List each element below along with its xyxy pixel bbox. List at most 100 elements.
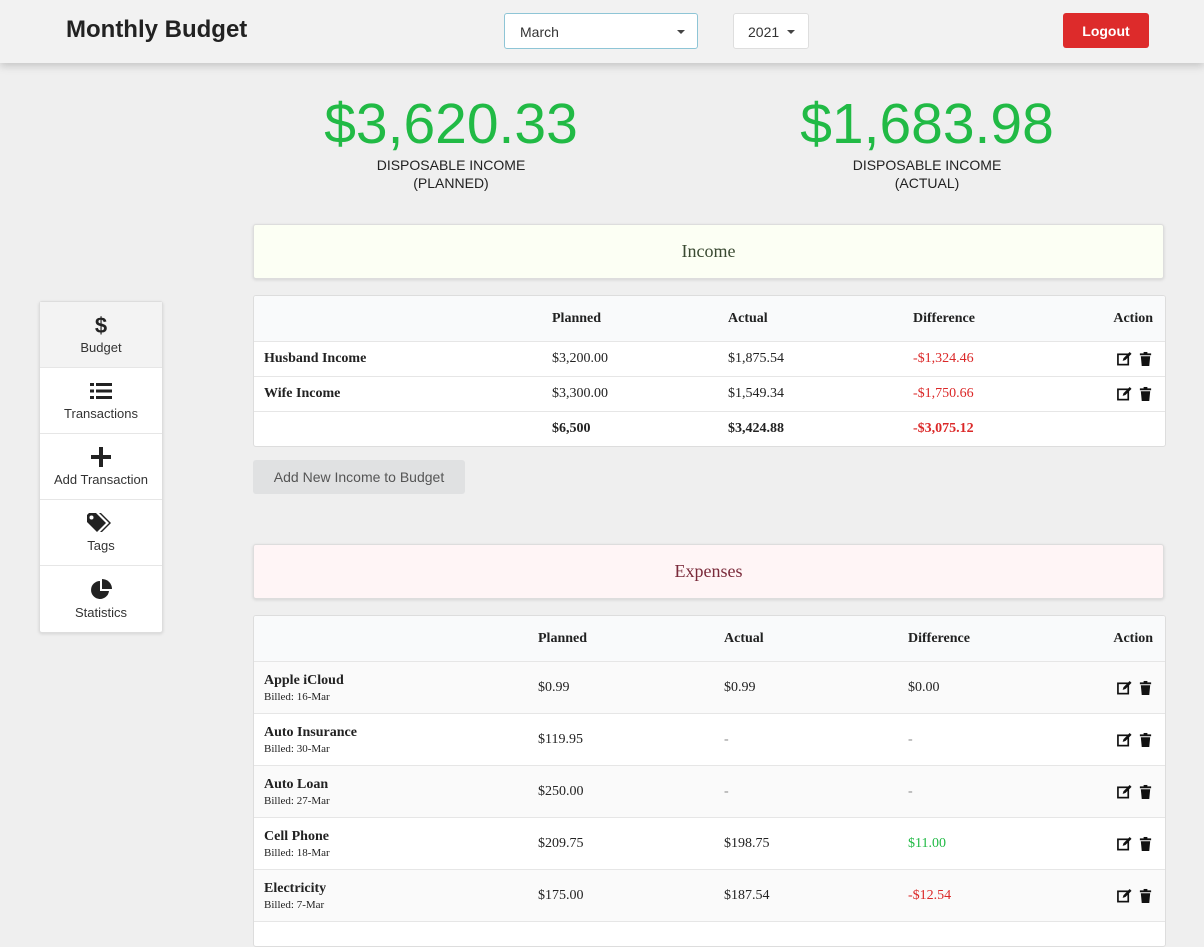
column-header-difference: Difference bbox=[908, 630, 970, 646]
logout-button[interactable]: Logout bbox=[1063, 13, 1149, 48]
expenses-section-header: Expenses bbox=[253, 544, 1164, 599]
table-row: Husband Income $3,200.00 $1,875.54 -$1,3… bbox=[254, 342, 1165, 377]
sidebar-menu: $ Budget Transactions Add Transaction Ta… bbox=[39, 301, 163, 633]
total-difference: -$3,075.12 bbox=[913, 421, 974, 436]
actual-value: $187.54 bbox=[724, 887, 770, 903]
expense-title: Cell Phone bbox=[264, 828, 329, 844]
sidebar-item-statistics[interactable]: Statistics bbox=[40, 566, 162, 632]
app-title: Monthly Budget bbox=[66, 16, 248, 43]
month-select[interactable]: March bbox=[504, 13, 698, 49]
trash-icon[interactable] bbox=[1138, 386, 1153, 402]
difference-value: - bbox=[908, 783, 913, 799]
table-row: Auto Loan Billed: 27-Mar $250.00 - - bbox=[254, 766, 1165, 818]
table-row: Apple iCloud Billed: 16-Mar $0.99 $0.99 … bbox=[254, 662, 1165, 714]
trash-icon[interactable] bbox=[1138, 784, 1153, 799]
expense-name: Electricity Billed: 7-Mar bbox=[264, 881, 326, 911]
expense-name: Auto Insurance Billed: 30-Mar bbox=[264, 725, 357, 755]
sidebar-item-label: Add Transaction bbox=[54, 472, 148, 487]
income-name: Husband Income bbox=[264, 351, 367, 366]
sidebar-item-tags[interactable]: Tags bbox=[40, 500, 162, 566]
edit-icon[interactable] bbox=[1117, 836, 1132, 851]
billed-date: Billed: 18-Mar bbox=[264, 846, 330, 859]
trash-icon[interactable] bbox=[1138, 836, 1153, 851]
actual-value: $0.99 bbox=[724, 679, 756, 695]
row-actions bbox=[1117, 888, 1153, 903]
expense-title: Apple iCloud bbox=[264, 672, 344, 688]
add-income-button[interactable]: Add New Income to Budget bbox=[253, 460, 465, 494]
row-actions bbox=[1117, 836, 1153, 851]
difference-value: -$1,324.46 bbox=[913, 351, 974, 366]
expense-name: Apple iCloud Billed: 16-Mar bbox=[264, 673, 344, 703]
edit-icon[interactable] bbox=[1117, 732, 1132, 747]
actual-sublabel: (ACTUAL) bbox=[894, 175, 960, 191]
column-header-action: Action bbox=[1113, 630, 1153, 646]
actual-label: DISPOSABLE INCOME bbox=[852, 157, 1002, 173]
planned-disposable-amount: $3,620.33 bbox=[324, 92, 578, 156]
edit-icon[interactable] bbox=[1117, 351, 1132, 367]
billed-date: Billed: 16-Mar bbox=[264, 690, 330, 703]
edit-icon[interactable] bbox=[1117, 784, 1132, 799]
trash-icon[interactable] bbox=[1138, 351, 1153, 367]
table-row: Wife Income $3,300.00 $1,549.34 -$1,750.… bbox=[254, 377, 1165, 412]
edit-icon[interactable] bbox=[1117, 888, 1132, 903]
sidebar-item-label: Transactions bbox=[64, 406, 138, 421]
planned-value: $250.00 bbox=[538, 783, 584, 799]
sidebar-item-label: Statistics bbox=[74, 604, 127, 620]
planned-label: DISPOSABLE INCOME bbox=[376, 157, 526, 173]
trash-icon[interactable] bbox=[1138, 732, 1153, 747]
row-actions bbox=[1117, 784, 1153, 799]
column-header-actual: Actual bbox=[728, 310, 768, 326]
sidebar-item-add-transaction[interactable]: Add Transaction bbox=[40, 434, 162, 500]
income-table-header: Planned Actual Difference Action bbox=[254, 296, 1165, 342]
billed-date: Billed: 27-Mar bbox=[264, 794, 330, 807]
table-row: Auto Insurance Billed: 30-Mar $119.95 - … bbox=[254, 714, 1165, 766]
difference-value: $0.00 bbox=[908, 679, 940, 695]
column-header-planned: Planned bbox=[552, 310, 602, 326]
chevron-down-icon bbox=[787, 30, 795, 34]
sidebar-item-label: Budget bbox=[80, 340, 122, 355]
year-select-value: 2021 bbox=[748, 24, 780, 40]
trash-icon[interactable] bbox=[1138, 888, 1153, 903]
expense-title: Auto Loan bbox=[264, 776, 329, 792]
edit-icon[interactable] bbox=[1117, 386, 1132, 402]
row-actions bbox=[1117, 732, 1153, 747]
month-select-value: March bbox=[520, 24, 559, 40]
table-row: Electricity Billed: 7-Mar $175.00 $187.5… bbox=[254, 870, 1165, 922]
difference-value: - bbox=[908, 731, 913, 747]
sidebar-item-transactions[interactable]: Transactions bbox=[40, 368, 162, 434]
year-select[interactable]: 2021 bbox=[733, 13, 809, 49]
planned-value: $175.00 bbox=[538, 887, 584, 903]
table-row: Cell Phone Billed: 18-Mar $209.75 $198.7… bbox=[254, 818, 1165, 870]
planned-value: $209.75 bbox=[538, 835, 584, 851]
sidebar-item-budget[interactable]: $ Budget bbox=[40, 302, 162, 368]
expense-name: Auto Loan Billed: 27-Mar bbox=[264, 777, 330, 807]
difference-value: -$1,750.66 bbox=[913, 386, 974, 401]
pie-chart-icon bbox=[90, 578, 112, 601]
actual-value: - bbox=[724, 783, 729, 799]
expenses-table-header: Planned Actual Difference Action bbox=[254, 616, 1165, 662]
planned-summary: $3,620.33 DISPOSABLE INCOME (PLANNED) bbox=[301, 92, 601, 192]
actual-value: $1,875.54 bbox=[728, 351, 784, 366]
column-header-action: Action bbox=[1113, 310, 1153, 326]
row-actions bbox=[1117, 680, 1153, 695]
column-header-planned: Planned bbox=[538, 630, 588, 646]
trash-icon[interactable] bbox=[1138, 680, 1153, 695]
income-table: Planned Actual Difference Action Husband… bbox=[253, 295, 1166, 447]
dollar-icon: $ bbox=[94, 314, 108, 336]
actual-value: $198.75 bbox=[724, 835, 770, 851]
expense-name: Cell Phone Billed: 18-Mar bbox=[264, 829, 330, 859]
difference-value: $11.00 bbox=[908, 835, 946, 851]
list-icon bbox=[90, 380, 112, 402]
row-actions bbox=[1117, 351, 1153, 367]
actual-disposable-amount: $1,683.98 bbox=[800, 92, 1054, 156]
plus-icon bbox=[91, 446, 111, 468]
planned-value: $0.99 bbox=[538, 679, 570, 695]
sidebar-item-label: Tags bbox=[87, 538, 115, 553]
column-header-actual: Actual bbox=[724, 630, 764, 646]
expenses-table: Planned Actual Difference Action Apple i… bbox=[253, 615, 1166, 947]
billed-date: Billed: 7-Mar bbox=[264, 898, 325, 911]
edit-icon[interactable] bbox=[1117, 680, 1132, 695]
planned-value: $3,300.00 bbox=[552, 386, 608, 401]
income-name: Wife Income bbox=[264, 386, 341, 401]
planned-sublabel: (PLANNED) bbox=[413, 175, 489, 191]
